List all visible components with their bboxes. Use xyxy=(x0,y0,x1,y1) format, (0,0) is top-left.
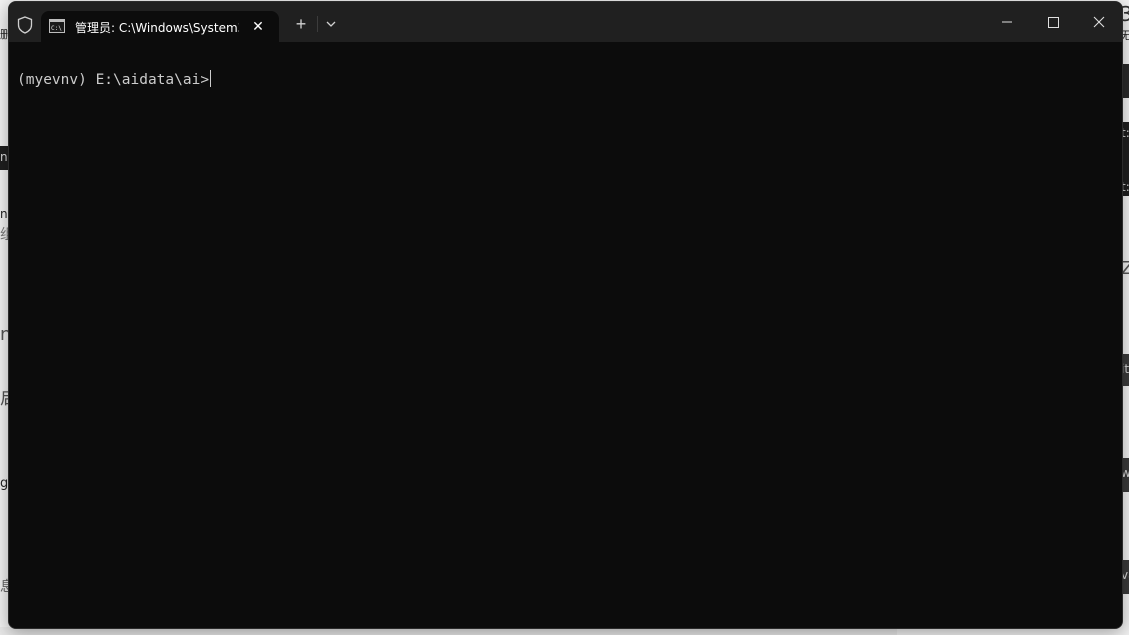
divider xyxy=(317,16,318,32)
bg-fragment: 组 xyxy=(0,227,8,243)
terminal-content[interactable]: (myevnv) E:\aidata\ai> xyxy=(9,42,1122,628)
bg-fragment: 启 xyxy=(0,384,8,410)
command-prompt-line[interactable]: (myevnv) E:\aidata\ai> xyxy=(17,70,212,88)
command-prompt-icon: C:\ xyxy=(49,19,65,33)
close-window-button[interactable] xyxy=(1076,2,1122,42)
svg-text:C:\: C:\ xyxy=(51,25,62,32)
bg-fragment: g xyxy=(0,476,8,491)
maximize-icon xyxy=(1048,17,1059,28)
shield-icon xyxy=(17,16,33,34)
maximize-button[interactable] xyxy=(1030,2,1076,42)
bg-fragment: 息 xyxy=(0,579,8,595)
tab-cmd[interactable]: C:\ 管理员: C:\Windows\System32\cmd.exe ✕ xyxy=(41,11,279,42)
close-icon xyxy=(1093,16,1105,28)
minimize-button[interactable] xyxy=(984,2,1030,42)
title-bar[interactable]: C:\ 管理员: C:\Windows\System32\cmd.exe ✕ + xyxy=(9,2,1122,42)
prompt-text: (myevnv) E:\aidata\ai> xyxy=(17,72,210,88)
terminal-window: C:\ 管理员: C:\Windows\System32\cmd.exe ✕ + xyxy=(8,1,1123,629)
bg-fragment: 删 xyxy=(0,28,8,41)
bg-fragment: n: xyxy=(0,207,8,221)
bg-fragment: n: xyxy=(0,150,8,164)
close-tab-button[interactable]: ✕ xyxy=(249,17,267,35)
minimize-icon xyxy=(1002,21,1012,23)
new-tab-button[interactable]: + xyxy=(291,14,311,34)
chevron-down-icon[interactable] xyxy=(323,16,339,32)
bg-fragment: n xyxy=(0,324,8,345)
tab-title: 管理员: C:\Windows\System32\cmd.exe xyxy=(75,21,239,35)
text-cursor xyxy=(210,70,212,87)
